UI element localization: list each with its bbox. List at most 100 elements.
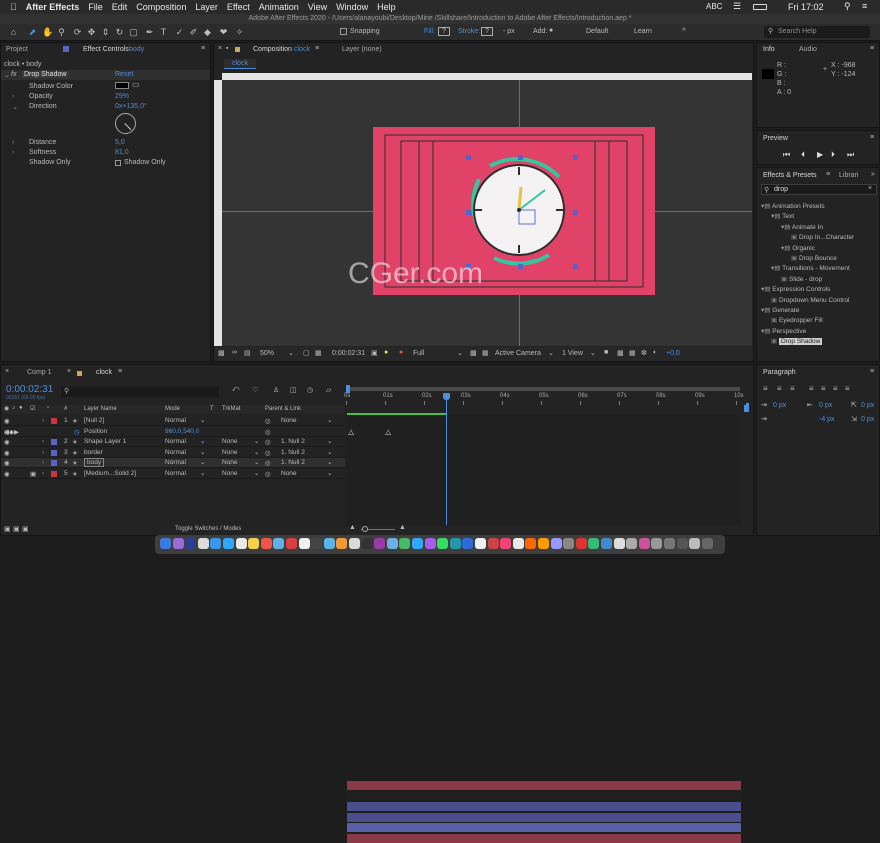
dock-app-icon[interactable] xyxy=(626,538,638,549)
exposure-value[interactable]: +0,0 xyxy=(666,350,680,357)
fill-label[interactable]: Fill: xyxy=(424,28,435,35)
first-line-indent-value[interactable]: -4 px xyxy=(819,416,835,423)
softness-chevron-icon[interactable]: › xyxy=(12,149,14,156)
effects-more-icon[interactable]: » xyxy=(871,171,875,178)
hand-tool-icon[interactable]: ✋ xyxy=(42,27,53,38)
dock-app-icon[interactable] xyxy=(286,538,297,549)
eyedropper-icon[interactable]: ▭ xyxy=(132,80,140,89)
menu-help[interactable]: Help xyxy=(377,2,396,12)
fast-preview-icon[interactable]: ▩ xyxy=(470,349,477,357)
dock-app-icon[interactable] xyxy=(336,538,348,549)
parent-chevron-icon[interactable]: ⌄ xyxy=(327,458,332,466)
visibility-eye-icon[interactable]: ◉ xyxy=(4,438,10,446)
col-layer-name[interactable]: Layer Name xyxy=(84,406,117,412)
effects-tree-item[interactable]: ▾▤ Perspective xyxy=(761,327,806,335)
toggle-transparency-icon[interactable]: ▦ xyxy=(482,349,489,357)
indent-right-value[interactable]: 0 px xyxy=(819,402,832,409)
play-icon[interactable]: ▶ xyxy=(817,150,823,159)
effects-tree-item[interactable]: ▣ Dropdown Menu Control xyxy=(771,296,849,304)
in-out-icon[interactable]: ▣ xyxy=(22,525,29,533)
workspace-more-icon[interactable]: » xyxy=(682,26,686,33)
dock-app-icon[interactable] xyxy=(664,538,675,549)
dock-app-icon[interactable] xyxy=(412,538,423,549)
comp-close-icon[interactable]: × xyxy=(218,45,222,52)
camera-chevron-icon[interactable]: ⌄ xyxy=(548,349,554,357)
dock-app-icon[interactable] xyxy=(651,538,663,549)
parent-chevron-icon[interactable]: ⌄ xyxy=(327,469,332,477)
frame-blending-icon[interactable]: ◫ xyxy=(290,386,297,394)
twirl-chevron-icon[interactable]: › xyxy=(42,449,44,456)
direction-dial[interactable] xyxy=(115,113,136,134)
tab-layer[interactable]: Layer (none) xyxy=(342,46,382,53)
layer-parent[interactable]: None xyxy=(281,470,297,477)
effects-tree-item[interactable]: ▾▤ Generate xyxy=(761,306,799,314)
layer-mode[interactable]: Normal xyxy=(165,417,186,424)
dock-app-icon[interactable] xyxy=(462,538,474,549)
dock-app-icon[interactable] xyxy=(525,538,537,549)
effects-tree-item[interactable]: ▣ Eyedropper Fill xyxy=(771,316,823,324)
timeline-search-input[interactable]: ⚲ xyxy=(61,387,219,397)
dock-app-icon[interactable] xyxy=(323,538,335,549)
visibility-eye-icon[interactable]: ◉ xyxy=(4,417,10,425)
fill-swatch[interactable]: ? xyxy=(438,27,450,36)
stroke-width-value[interactable]: - px xyxy=(503,28,515,35)
menu-layer[interactable]: Layer xyxy=(195,2,218,12)
guides-icon[interactable]: ▤ xyxy=(244,349,251,357)
layer-label-color[interactable] xyxy=(51,470,57,477)
tab-effect-controls[interactable]: Effect Controls xyxy=(83,46,129,53)
dock-app-icon[interactable] xyxy=(273,538,285,549)
justify-left-icon[interactable]: ≡ xyxy=(809,384,814,393)
lock-icon[interactable]: ▣ xyxy=(30,470,36,478)
transform-handle[interactable] xyxy=(573,264,578,269)
layer-label-color[interactable] xyxy=(51,439,57,445)
paragraph-menu-icon[interactable]: ≡ xyxy=(870,368,874,375)
work-area-start-handle[interactable] xyxy=(346,385,350,393)
transform-handle[interactable] xyxy=(466,210,471,215)
dock-app-icon[interactable] xyxy=(575,538,587,549)
shadow-only-checkbox[interactable] xyxy=(115,160,121,166)
dock-app-icon[interactable] xyxy=(689,538,701,549)
justify-right-icon[interactable]: ≡ xyxy=(833,384,838,393)
wifi-icon[interactable]: ☰ xyxy=(733,1,741,12)
work-area-bar[interactable] xyxy=(346,387,740,391)
twirl-chevron-icon[interactable]: › xyxy=(42,417,44,424)
trkmat-chevron-icon[interactable]: ⌄ xyxy=(254,448,259,456)
preview-menu-icon[interactable]: ≡ xyxy=(870,134,874,141)
tab-libraries[interactable]: Librari xyxy=(839,172,858,179)
clone-stamp-tool-icon[interactable]: ✐ xyxy=(188,27,199,38)
draft-3d-icon[interactable]: ♡ xyxy=(252,386,258,394)
space-before-value[interactable]: 0 px xyxy=(861,402,874,409)
dock-app-icon[interactable] xyxy=(298,538,310,549)
twirl-chevron-icon[interactable]: › xyxy=(42,438,44,445)
effects-tree-item[interactable]: ▾▤ Organic xyxy=(781,244,815,252)
mode-chevron-icon[interactable]: ⌄ xyxy=(200,448,205,456)
dock-app-icon[interactable] xyxy=(449,538,461,549)
dock-app-icon[interactable] xyxy=(160,538,171,549)
transform-handle[interactable] xyxy=(466,155,471,160)
dock-app-icon[interactable] xyxy=(361,538,373,549)
parent-pickwhip-icon[interactable]: ◎ xyxy=(265,417,271,425)
transform-handle[interactable] xyxy=(573,155,578,160)
rotate-tool-icon[interactable]: ↻ xyxy=(114,27,125,38)
time-ruler[interactable]: 0s 01s 02s 03s 04s 05s 06s 07s 08s 09s 10s xyxy=(344,393,746,405)
effects-tree-item[interactable]: ▣ Drop In...Character xyxy=(791,233,854,241)
transform-handle[interactable] xyxy=(518,155,523,160)
pen-tool-icon[interactable]: ✒ xyxy=(144,27,155,38)
effects-menu-icon[interactable]: ≡ xyxy=(826,171,830,178)
tab-comp-1[interactable]: Comp 1 xyxy=(27,369,52,376)
layer-parent[interactable]: 1. Null 2 xyxy=(281,459,305,466)
layer-name[interactable]: [Medium...Solid 2] xyxy=(84,470,136,477)
menu-view[interactable]: View xyxy=(308,2,327,12)
tab-effect-controls-layer[interactable]: body xyxy=(129,46,144,53)
dock-app-icon[interactable] xyxy=(538,538,549,549)
dock-app-icon[interactable] xyxy=(701,538,713,549)
selection-tool-icon[interactable]: ⬈ xyxy=(27,27,38,38)
layer-trkmat[interactable]: None xyxy=(222,470,238,477)
motion-blur-icon[interactable]: ◷ xyxy=(307,386,313,394)
dolly-tool-icon[interactable]: ⇕ xyxy=(100,27,111,38)
resolution-chevron-icon[interactable]: ⌄ xyxy=(457,349,463,357)
softness-value[interactable]: 81,0 xyxy=(115,149,129,156)
previous-frame-icon[interactable]: ⏴ xyxy=(801,150,805,160)
transparency-grid-icon[interactable]: ▦ xyxy=(315,349,322,357)
parent-pickwhip-icon[interactable]: ◎ xyxy=(265,438,271,446)
